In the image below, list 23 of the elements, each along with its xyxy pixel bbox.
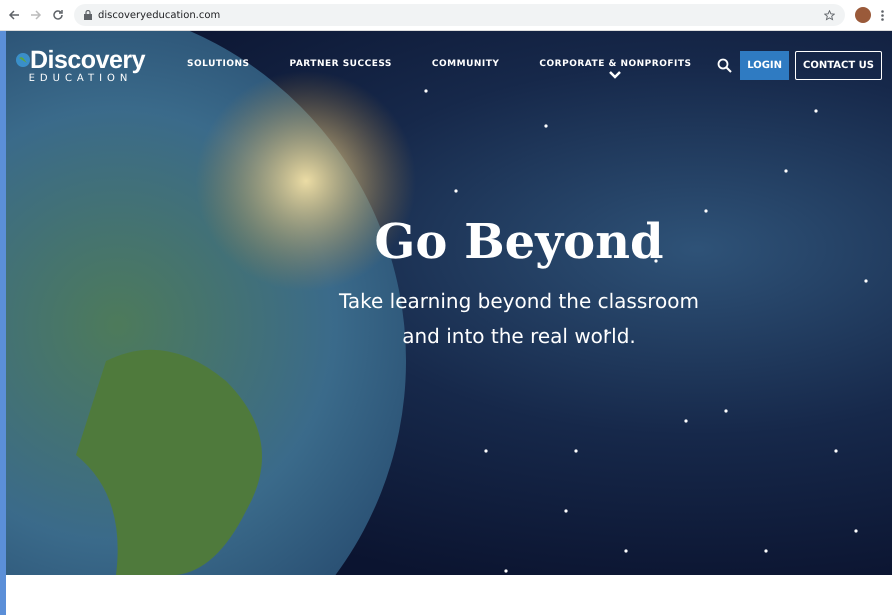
nav-link[interactable]: CORPORATE & NONPROFITS: [539, 59, 692, 79]
url-text: discoveryeducation.com: [98, 10, 220, 20]
logo-subtitle: EDUCATION: [28, 73, 132, 84]
lock-icon: [84, 10, 92, 20]
login-button[interactable]: LOGIN: [740, 51, 790, 80]
globe-icon: [16, 53, 30, 67]
reload-icon[interactable]: [52, 9, 64, 21]
hero-title: Go Beyond: [374, 214, 664, 270]
discovery-education-logo[interactable]: Discovery EDUCATION: [16, 47, 146, 84]
chevron-down-icon: [609, 71, 622, 79]
nav-link[interactable]: COMMUNITY: [432, 59, 500, 69]
profile-avatar[interactable]: [855, 7, 871, 23]
nav-link[interactable]: PARTNER SUCCESS: [290, 59, 392, 69]
menu-icon[interactable]: [881, 10, 884, 20]
hero-subtitle: and into the real world.: [401, 323, 637, 350]
bookmark-star-icon[interactable]: [824, 10, 835, 20]
address-bar[interactable]: discoveryeducation.com: [74, 4, 845, 26]
search-icon[interactable]: [717, 58, 732, 73]
contact-us-button[interactable]: CONTACT US: [795, 51, 882, 80]
hero-subtitle: Take learning beyond the classroom: [338, 288, 699, 315]
logo-wordmark: Discovery: [30, 47, 146, 73]
nav-link[interactable]: SOLUTIONS: [187, 59, 250, 69]
back-arrow-icon[interactable]: [8, 9, 20, 21]
